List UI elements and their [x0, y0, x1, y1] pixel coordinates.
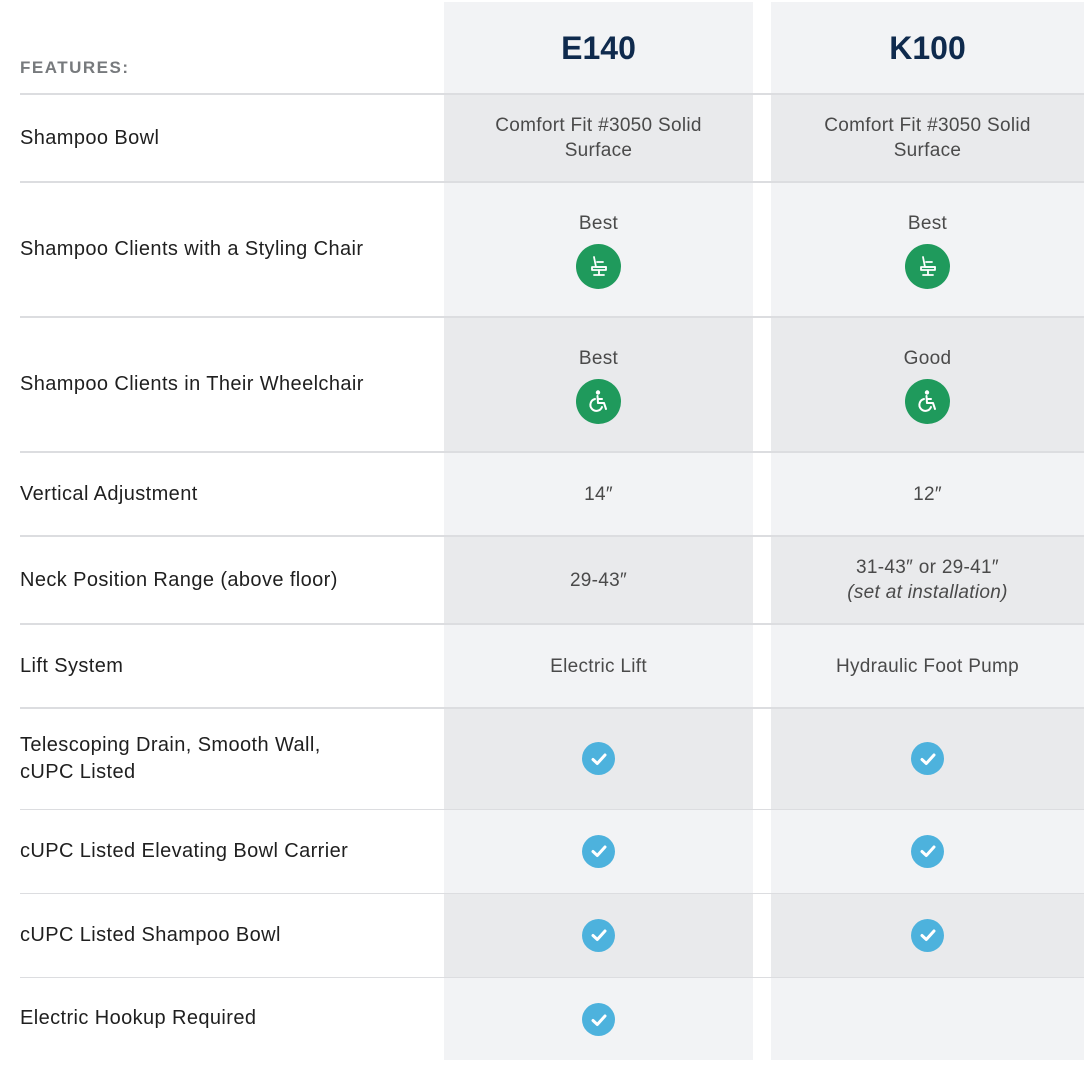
k100-value: Best	[771, 182, 1084, 317]
e140-value	[444, 708, 753, 809]
e140-value: 29-43″	[569, 569, 628, 591]
feature-label: cUPC Listed Elevating Bowl Carrier	[20, 839, 349, 862]
check-icon	[582, 1003, 615, 1036]
table-row: Neck Position Range (above floor) 29-43″…	[0, 535, 1084, 624]
k100-value	[771, 809, 1084, 893]
feature-label: Lift System	[20, 654, 124, 677]
feature-label: cUPC Listed Shampoo Bowl	[20, 923, 281, 946]
e140-value	[444, 893, 753, 977]
table-row: Telescoping Drain, Smooth Wall, cUPC Lis…	[0, 707, 1084, 809]
feature-label: Shampoo Clients with a Styling Chair	[20, 238, 364, 260]
e140-value: 14″	[584, 483, 613, 505]
e140-rating: Best	[578, 347, 619, 369]
k100-rating: Good	[903, 347, 952, 369]
feature-label: Neck Position Range (above floor)	[20, 568, 338, 591]
e140-value	[444, 809, 753, 893]
check-icon	[582, 834, 615, 868]
table-row: Electric Hookup Required	[0, 977, 1084, 1060]
table-row: cUPC Listed Shampoo Bowl	[0, 893, 1084, 977]
e140-value	[444, 977, 753, 1060]
check-icon	[911, 742, 944, 775]
e140-value: Electric Lift	[550, 655, 647, 677]
check-icon	[911, 918, 944, 952]
e140-value: Comfort Fit #3050 Solid Surface	[444, 94, 753, 182]
e140-value: Best	[444, 317, 753, 452]
styling-chair-icon	[905, 243, 950, 289]
table-row: Shampoo Clients in Their Wheelchair Best…	[0, 316, 1084, 452]
table-header: FEATURES: E140 K100	[0, 0, 1084, 94]
k100-value: Hydraulic Foot Pump	[835, 655, 1020, 677]
table-row: Shampoo Clients with a Styling Chair Bes…	[0, 181, 1084, 317]
wheelchair-icon	[905, 378, 950, 424]
feature-label: Shampoo Bowl	[20, 126, 160, 149]
k100-value-text: 31-43″ or 29-41″	[856, 557, 999, 578]
k100-value-note: (set at installation)	[847, 582, 1008, 603]
k100-value	[771, 708, 1084, 809]
k100-rating: Best	[907, 212, 948, 234]
feature-label: Vertical Adjustment	[20, 482, 198, 505]
e140-value: Best	[444, 182, 753, 317]
product-title-e140: E140	[561, 30, 636, 66]
check-icon	[582, 742, 615, 775]
k100-value: 12″	[913, 483, 942, 505]
feature-label: Shampoo Clients in Their Wheelchair	[20, 373, 364, 395]
e140-rating: Best	[578, 212, 619, 234]
wheelchair-icon	[576, 378, 621, 424]
comparison-table: FEATURES: E140 K100 Shampoo Bowl Comfort…	[0, 0, 1084, 1065]
k100-value: Good	[771, 317, 1084, 452]
table-row: cUPC Listed Elevating Bowl Carrier	[0, 809, 1084, 893]
check-icon	[911, 834, 944, 868]
table-row: Shampoo Bowl Comfort Fit #3050 Solid Sur…	[0, 93, 1084, 182]
e140-value-text: Comfort Fit #3050 Solid Surface	[495, 115, 702, 161]
k100-value-text: Comfort Fit #3050 Solid Surface	[824, 115, 1031, 161]
feature-label: Electric Hookup Required	[20, 1007, 257, 1029]
k100-value: Comfort Fit #3050 Solid Surface	[771, 94, 1084, 182]
styling-chair-icon	[576, 243, 621, 289]
feature-label: Telescoping Drain, Smooth Wall, cUPC Lis…	[20, 733, 321, 783]
k100-value	[771, 893, 1084, 977]
k100-value: 31-43″ or 29-41″ (set at installation)	[771, 536, 1084, 624]
table-row: Lift System Electric Lift Hydraulic Foot…	[0, 623, 1084, 708]
check-icon	[582, 918, 615, 952]
table-row: Vertical Adjustment 14″ 12″	[0, 451, 1084, 536]
product-title-k100: K100	[889, 30, 966, 66]
features-label: FEATURES:	[20, 58, 130, 77]
k100-value-empty	[771, 977, 1084, 1060]
